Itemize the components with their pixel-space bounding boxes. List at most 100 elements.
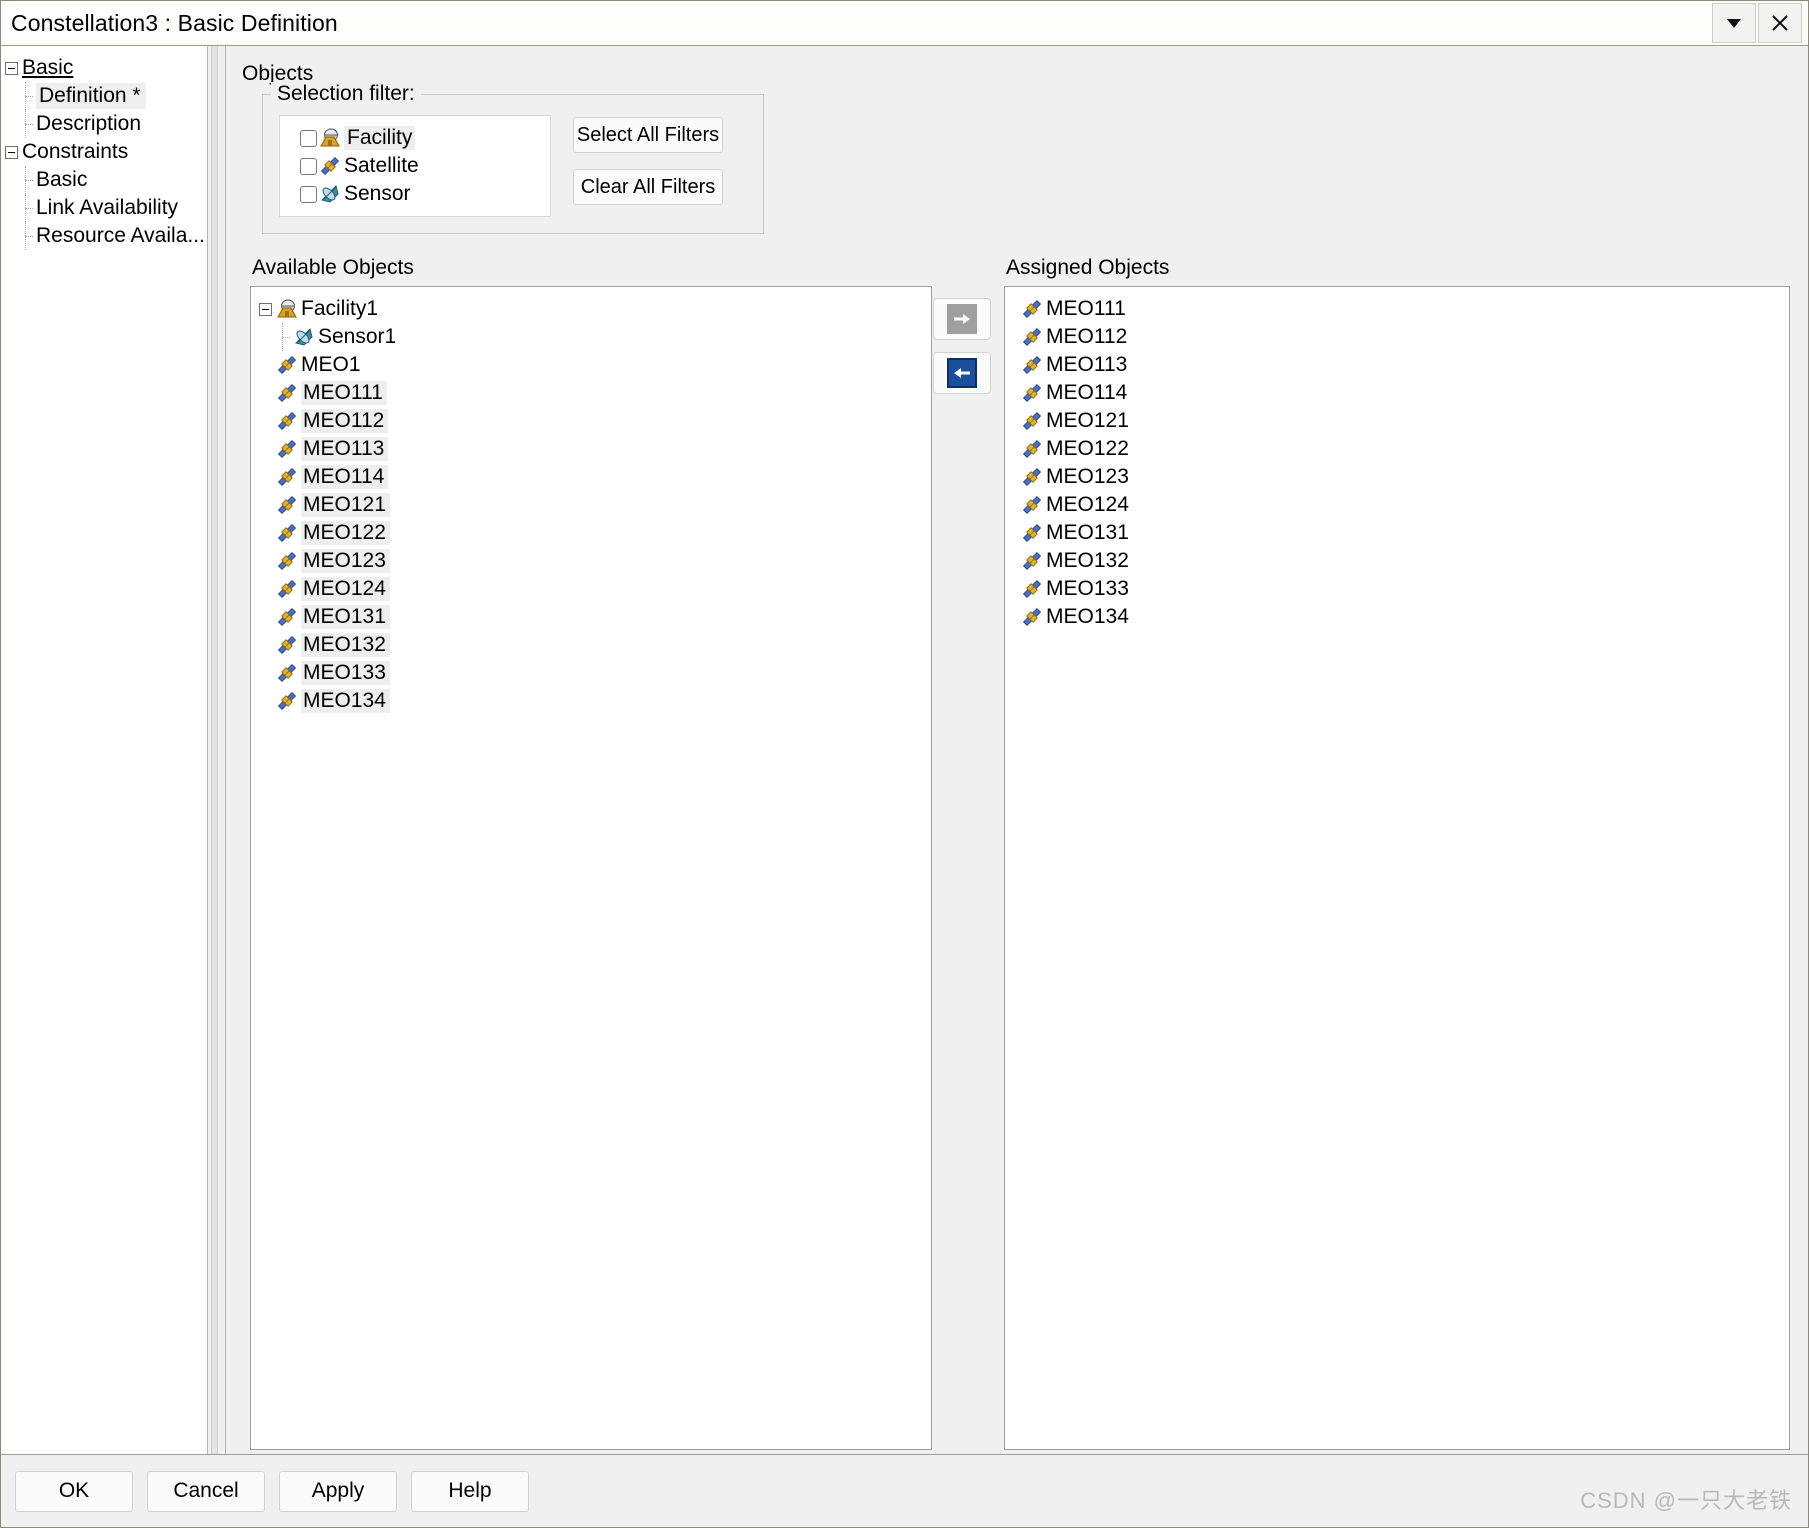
available-list-item-label: MEO113 [301,437,389,461]
arrow-left-icon [947,358,977,388]
available-list-item-label: MEO112 [301,409,389,433]
filter-label: Satellite [344,154,419,177]
available-list-item[interactable]: MEO134 [259,687,931,715]
assigned-objects-caption: Assigned Objects [1006,256,1170,279]
collapse-icon[interactable] [5,145,18,159]
satellite-icon [277,663,297,683]
satellite-icon [1022,411,1042,431]
assigned-list-item-label: MEO134 [1046,605,1129,628]
available-list-item-label: MEO111 [301,381,387,405]
available-list-item[interactable]: MEO1 [259,351,931,379]
available-list-item[interactable]: MEO121 [259,491,931,519]
available-list-item-label: MEO133 [301,661,390,685]
sidebar-item-description[interactable]: Description [1,110,207,138]
available-list-item-label: Sensor1 [318,325,397,348]
sidebar-item-constraints[interactable]: Constraints [1,138,207,166]
title-bar: Constellation3 : Basic Definition [1,1,1808,46]
assigned-list-item[interactable]: MEO113 [1021,351,1789,379]
assigned-list-item[interactable]: MEO124 [1021,491,1789,519]
available-objects-list[interactable]: Facility1 Sensor1 MEO1 MEO111 MEO112 MEO113 ME… [250,286,932,1450]
available-list-item[interactable]: MEO113 [259,435,931,463]
available-list-item[interactable]: MEO131 [259,603,931,631]
satellite-icon [277,411,297,431]
satellite-checkbox[interactable] [300,157,317,175]
tree-connector [19,110,33,138]
sidebar-item-constraints-basic[interactable]: Basic [1,166,207,194]
sidebar-item-link-availability[interactable]: Link Availability [1,194,207,222]
cancel-button[interactable]: Cancel [147,1470,265,1512]
available-list-item-label: MEO134 [301,689,390,713]
assigned-list-item[interactable]: MEO121 [1021,407,1789,435]
satellite-icon [277,355,297,375]
available-list-item[interactable]: MEO133 [259,659,931,687]
assigned-list-item[interactable]: MEO114 [1021,379,1789,407]
ok-button[interactable]: OK [15,1470,133,1512]
available-list-item[interactable]: MEO124 [259,575,931,603]
available-list-item[interactable]: Sensor1 [259,323,931,351]
available-list-item-label: MEO1 [301,353,361,376]
assign-button[interactable] [933,298,991,340]
assigned-list-item[interactable]: MEO123 [1021,463,1789,491]
assigned-list-item[interactable]: MEO122 [1021,435,1789,463]
assigned-list-item-label: MEO113 [1046,353,1128,376]
assigned-list-item-label: MEO133 [1046,577,1129,600]
assigned-list-item-label: MEO114 [1046,381,1128,404]
help-button[interactable]: Help [411,1470,529,1512]
sidebar-item-basic[interactable]: Basic [1,54,207,82]
filter-row-satellite[interactable]: Satellite [300,152,546,180]
facility-checkbox[interactable] [300,129,317,147]
object-transfer-area: Available Objects Facility1 Sensor1 MEO1 ME… [240,256,1790,1454]
dialog-window: Constellation3 : Basic Definition Basic … [0,0,1809,1528]
satellite-icon [1022,355,1042,375]
selection-filter-group: Selection filter: Facility Satellite Sen… [262,82,764,234]
available-list-item[interactable]: MEO114 [259,463,931,491]
unassign-button[interactable] [933,352,991,394]
satellite-icon [1022,579,1042,599]
available-list-item-label: MEO131 [301,605,390,629]
satellite-icon [277,607,297,627]
assigned-list-item[interactable]: MEO133 [1021,575,1789,603]
clear-all-filters-button[interactable]: Clear All Filters [573,169,723,205]
sensor-icon [295,328,313,346]
assigned-list-item[interactable]: MEO111 [1021,295,1789,323]
available-list-item[interactable]: MEO111 [259,379,931,407]
select-all-filters-button[interactable]: Select All Filters [573,117,723,153]
available-list-item[interactable]: MEO123 [259,547,931,575]
collapse-icon[interactable] [5,61,18,75]
assigned-list-item-label: MEO121 [1046,409,1129,432]
assigned-list-item-label: MEO122 [1046,437,1129,460]
available-list-item[interactable]: Facility1 [259,295,931,323]
satellite-icon [1022,327,1042,347]
available-list-item-label: MEO122 [301,521,390,545]
available-list-item[interactable]: MEO112 [259,407,931,435]
satellite-icon [320,156,340,176]
assigned-list-item[interactable]: MEO112 [1021,323,1789,351]
filter-row-sensor[interactable]: Sensor [300,180,546,208]
filter-row-facility[interactable]: Facility [300,124,546,152]
satellite-icon [1022,383,1042,403]
pane-splitter[interactable] [208,46,226,1454]
facility-icon [320,128,340,147]
chevron-down-icon[interactable] [1712,3,1756,43]
assigned-objects-list[interactable]: MEO111 MEO112 MEO113 MEO114 MEO121 MEO122 MEO1… [1004,286,1790,1450]
assigned-list-item[interactable]: MEO132 [1021,547,1789,575]
filter-buttons: Select All Filters Clear All Filters [573,115,723,217]
satellite-icon [277,383,297,403]
arrow-right-icon [947,304,977,334]
available-list-item[interactable]: MEO122 [259,519,931,547]
apply-button[interactable]: Apply [279,1470,397,1512]
assigned-list-item[interactable]: MEO131 [1021,519,1789,547]
assigned-list-item-label: MEO112 [1046,325,1128,348]
available-list-item-label: MEO123 [301,549,390,573]
sensor-checkbox[interactable] [300,185,317,203]
satellite-icon [1022,523,1042,543]
tree-connector [276,323,290,351]
available-list-item[interactable]: MEO132 [259,631,931,659]
assigned-objects-column: Assigned Objects MEO111 MEO112 MEO113 MEO11… [1004,256,1790,1450]
sidebar-item-definition[interactable]: Definition * [1,82,207,110]
assigned-list-item[interactable]: MEO134 [1021,603,1789,631]
sidebar-item-resource-availability[interactable]: Resource Availa... [1,222,207,250]
satellite-icon [277,467,297,487]
close-icon[interactable] [1758,3,1802,43]
collapse-icon[interactable] [259,302,272,316]
